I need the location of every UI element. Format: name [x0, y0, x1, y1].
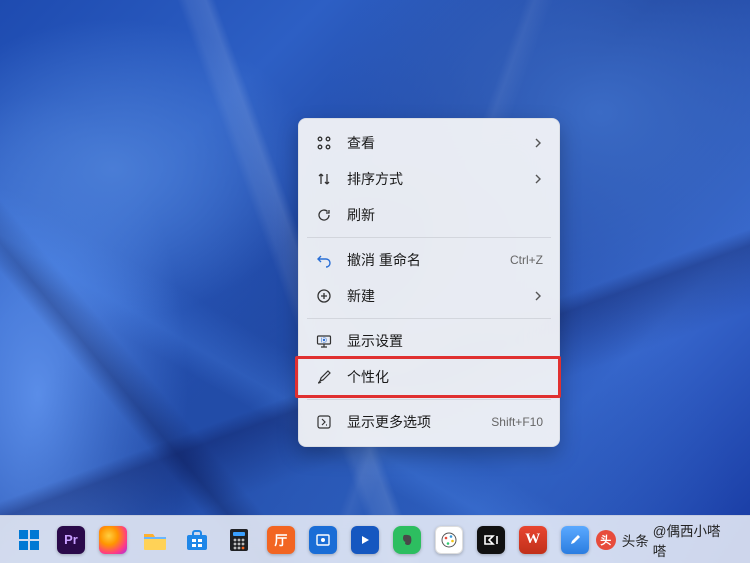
watermark-attribution: 头 头条 @偶西小嗒嗒 — [596, 520, 742, 560]
calculator-icon[interactable] — [219, 520, 259, 560]
menu-label: 显示设置 — [347, 331, 543, 351]
menu-more-options[interactable]: 显示更多选项 Shift+F10 — [305, 404, 553, 440]
firefox-icon[interactable] — [93, 520, 133, 560]
menu-label: 个性化 — [347, 367, 543, 387]
more-options-icon — [315, 413, 333, 431]
sort-icon — [315, 170, 333, 188]
menu-accelerator: Shift+F10 — [491, 415, 543, 429]
menu-label: 新建 — [347, 286, 533, 306]
chevron-right-icon — [533, 174, 543, 184]
attribution-handle: @偶西小嗒嗒 — [653, 520, 734, 560]
media-app-icon[interactable] — [345, 520, 385, 560]
menu-new[interactable]: 新建 — [305, 278, 553, 314]
taskbar: Pr 厅 — [0, 515, 750, 563]
menu-separator — [307, 318, 551, 319]
refresh-icon — [315, 206, 333, 224]
brush-icon — [315, 368, 333, 386]
adobe-premiere-icon[interactable]: Pr — [51, 520, 91, 560]
menu-sort[interactable]: 排序方式 — [305, 161, 553, 197]
file-explorer-icon[interactable] — [135, 520, 175, 560]
desktop-context-menu: 查看 排序方式 刷新 撤消 重命名 Ctrl+Z — [298, 118, 560, 447]
screen-recorder-icon[interactable] — [303, 520, 343, 560]
menu-label: 查看 — [347, 133, 533, 153]
microsoft-store-icon[interactable] — [177, 520, 217, 560]
menu-refresh[interactable]: 刷新 — [305, 197, 553, 233]
menu-label: 排序方式 — [347, 169, 533, 189]
display-settings-icon — [315, 332, 333, 350]
menu-accelerator: Ctrl+Z — [510, 253, 543, 267]
menu-label: 显示更多选项 — [347, 412, 491, 432]
edit-app-icon[interactable] — [555, 520, 595, 560]
paint-icon[interactable] — [429, 520, 469, 560]
attribution-badge-icon: 头 — [596, 530, 616, 550]
capcut-icon[interactable] — [471, 520, 511, 560]
menu-personalize[interactable]: 个性化 — [305, 359, 553, 395]
orange-app-icon[interactable]: 厅 — [261, 520, 301, 560]
wps-icon[interactable]: W — [513, 520, 553, 560]
menu-label: 撤消 重命名 — [347, 250, 510, 270]
start-button[interactable] — [9, 520, 49, 560]
undo-icon — [315, 251, 333, 269]
menu-view[interactable]: 查看 — [305, 125, 553, 161]
chevron-right-icon — [533, 291, 543, 301]
menu-display-settings[interactable]: 显示设置 — [305, 323, 553, 359]
chevron-right-icon — [533, 138, 543, 148]
menu-separator — [307, 237, 551, 238]
plus-circle-icon — [315, 287, 333, 305]
attribution-prefix: 头条 — [622, 530, 649, 550]
menu-undo[interactable]: 撤消 重命名 Ctrl+Z — [305, 242, 553, 278]
menu-label: 刷新 — [347, 205, 543, 225]
menu-separator — [307, 399, 551, 400]
evernote-icon[interactable] — [387, 520, 427, 560]
grid-icon — [315, 134, 333, 152]
